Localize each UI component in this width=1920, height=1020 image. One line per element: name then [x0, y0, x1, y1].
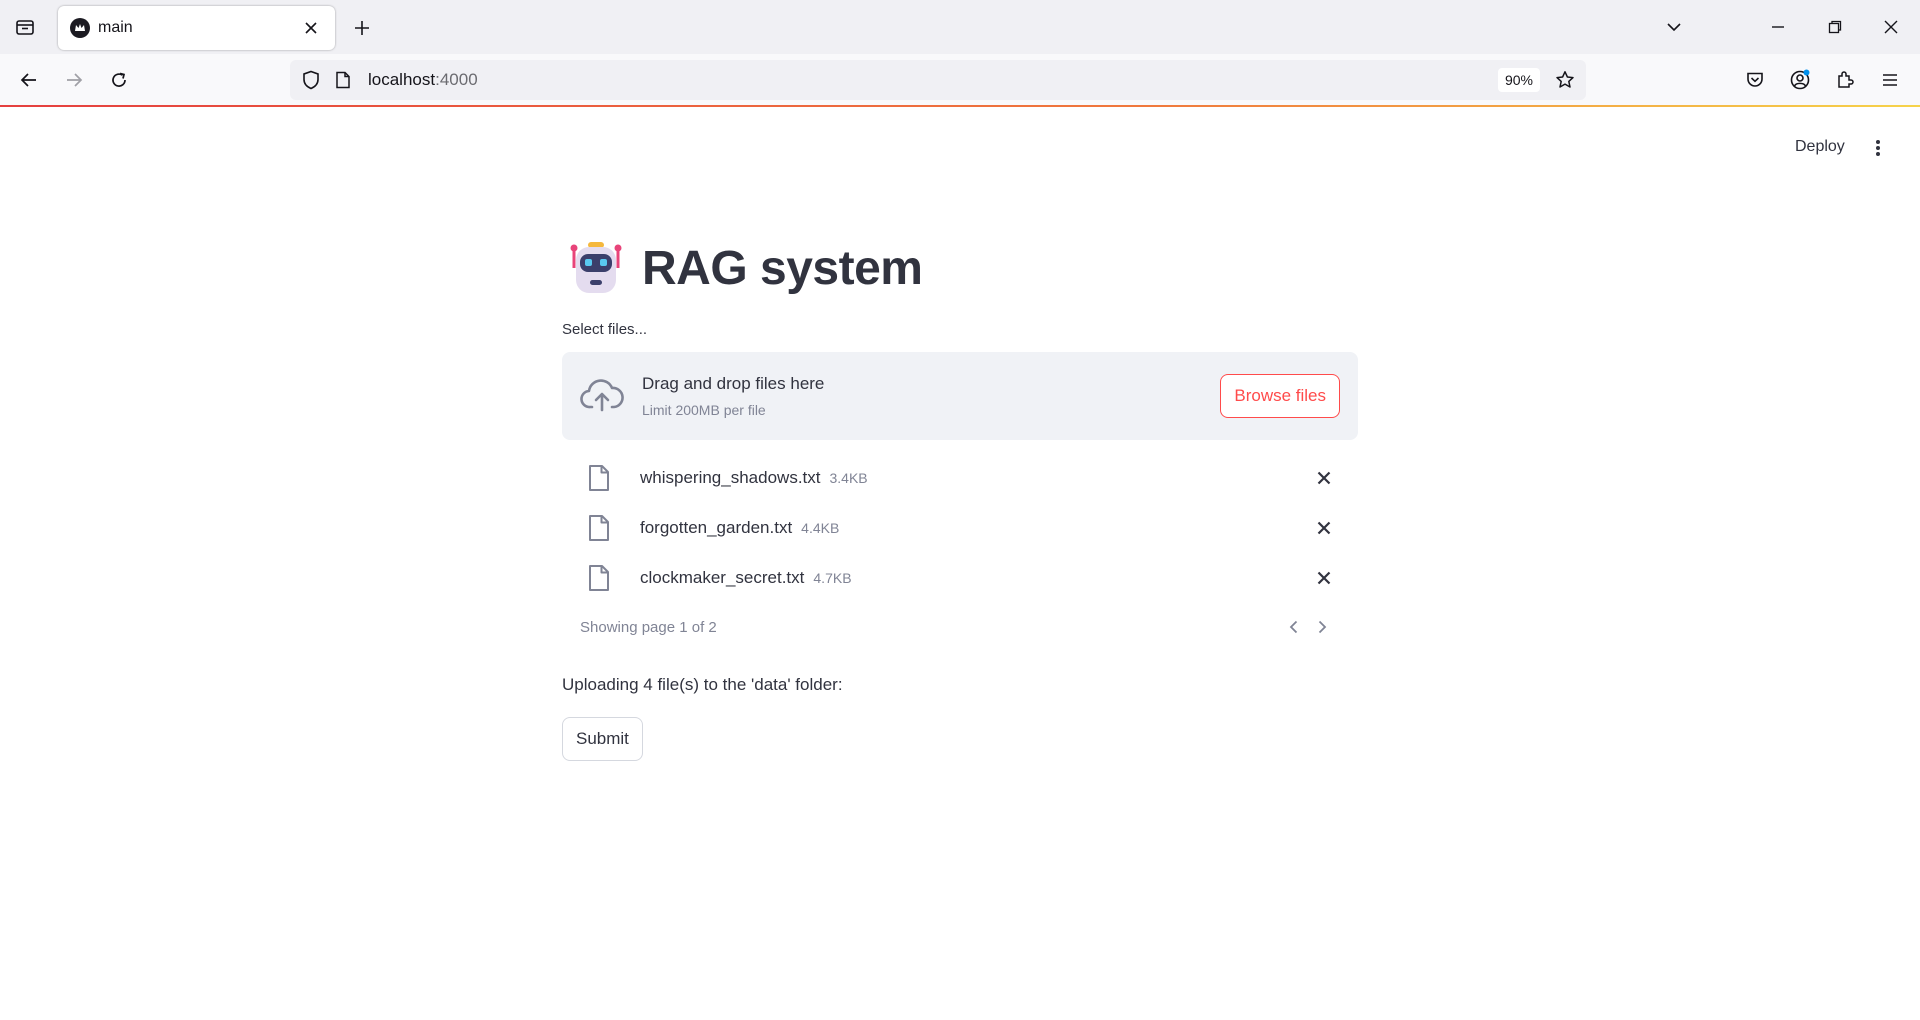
more-options-icon[interactable] — [1866, 134, 1890, 162]
main-content: RAG system Select files... Drag and drop… — [562, 230, 1358, 761]
file-uploader-label: Select files... — [562, 321, 648, 338]
reload-icon[interactable] — [104, 65, 134, 95]
page-load-indicator — [0, 105, 1920, 107]
deploy-button[interactable]: Deploy — [1787, 134, 1853, 160]
page-title: RAG system — [562, 230, 1358, 306]
uploaded-file-list: whispering_shadows.txt 3.4KB forgotten_g… — [562, 453, 1358, 603]
browser-tab-bar: main — [0, 0, 1920, 54]
dropzone-limit: Limit 200MB per file — [642, 402, 766, 418]
file-size: 4.7KB — [813, 570, 852, 586]
file-pagination: Showing page 1 of 2 — [562, 609, 1358, 645]
browser-nav-bar: localhost:4000 90% — [0, 54, 1920, 106]
url-text: localhost:4000 — [368, 70, 478, 89]
file-list-item: clockmaker_secret.txt 4.7KB — [562, 553, 1358, 603]
list-all-tabs-chevron-icon[interactable] — [1659, 12, 1689, 42]
pagination-text: Showing page 1 of 2 — [580, 618, 717, 636]
remove-file-icon[interactable] — [1312, 516, 1336, 540]
file-dropzone[interactable]: Drag and drop files here Limit 200MB per… — [562, 352, 1358, 440]
file-list-item: forgotten_garden.txt 4.4KB — [562, 503, 1358, 553]
dropzone-text: Drag and drop files here Limit 200MB per… — [642, 374, 1220, 418]
upload-status-message: Uploading 4 file(s) to the 'data' folder… — [562, 675, 843, 694]
remove-file-icon[interactable] — [1312, 566, 1336, 590]
file-size: 4.4KB — [801, 520, 840, 536]
file-list-item: whispering_shadows.txt 3.4KB — [562, 453, 1358, 503]
zoom-level-badge[interactable]: 90% — [1497, 68, 1540, 92]
file-icon — [586, 513, 612, 543]
shield-icon[interactable] — [298, 67, 324, 93]
account-icon[interactable] — [1785, 65, 1815, 95]
file-icon — [586, 463, 612, 493]
close-window-icon[interactable] — [1876, 12, 1906, 42]
tab-close-icon[interactable] — [299, 16, 323, 40]
minimize-icon[interactable] — [1763, 12, 1793, 42]
remove-file-icon[interactable] — [1312, 466, 1336, 490]
file-icon — [586, 563, 612, 593]
app-title: RAG system — [642, 241, 923, 295]
streamlit-favicon-icon — [70, 18, 90, 38]
tab-list-icon[interactable] — [10, 12, 40, 42]
file-name: clockmaker_secret.txt — [640, 568, 805, 587]
file-size: 3.4KB — [829, 470, 868, 486]
tab-title: main — [98, 19, 133, 36]
file-name: whispering_shadows.txt — [640, 468, 821, 487]
robot-icon — [570, 242, 622, 293]
extensions-puzzle-icon[interactable] — [1830, 65, 1860, 95]
file-name: forgotten_garden.txt — [640, 518, 793, 537]
page-info-icon[interactable] — [330, 67, 356, 93]
browse-files-button[interactable]: Browse files — [1220, 374, 1340, 418]
back-arrow-icon[interactable] — [14, 65, 44, 95]
hamburger-menu-icon[interactable] — [1875, 65, 1905, 95]
bookmark-star-icon[interactable] — [1550, 65, 1580, 95]
cloud-upload-icon — [580, 379, 624, 412]
pocket-icon[interactable] — [1740, 65, 1770, 95]
forward-arrow-icon[interactable] — [59, 65, 89, 95]
dropzone-title: Drag and drop files here — [642, 374, 825, 393]
browser-tab-main[interactable]: main — [58, 6, 335, 50]
new-tab-icon[interactable] — [348, 14, 376, 42]
restore-icon[interactable] — [1820, 12, 1850, 42]
next-page-chevron-icon[interactable] — [1310, 615, 1334, 639]
submit-button[interactable]: Submit — [562, 717, 643, 761]
url-bar[interactable]: localhost:4000 90% — [290, 60, 1586, 100]
previous-page-chevron-icon[interactable] — [1282, 615, 1306, 639]
